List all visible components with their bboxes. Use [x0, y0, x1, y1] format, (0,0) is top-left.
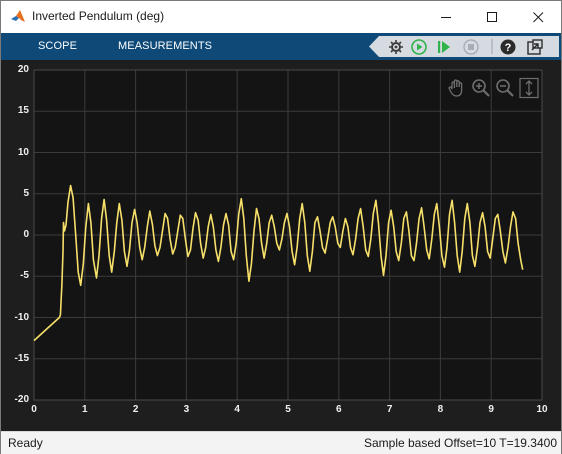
x-tick-label: 7 — [386, 404, 393, 415]
maximize-icon — [486, 11, 497, 22]
x-tick-label: 10 — [536, 404, 548, 415]
y-tick-label: 5 — [23, 187, 29, 199]
matlab-app-icon — [11, 10, 25, 22]
x-tick-label: 2 — [132, 404, 139, 415]
x-tick-label: 9 — [488, 404, 494, 415]
x-tick-label: 1 — [82, 404, 88, 415]
stop-button[interactable] — [460, 36, 481, 57]
undock-button[interactable] — [524, 36, 545, 57]
zoom-toolbar — [446, 77, 542, 99]
toolstrip: SCOPE MEASUREMENTS ? — [1, 33, 561, 60]
title-bar[interactable]: Inverted Pendulum (deg) — [1, 1, 561, 33]
y-tick-label: -5 — [20, 270, 29, 282]
x-tick-label: 3 — [183, 404, 190, 415]
stop-icon — [462, 38, 479, 55]
zoom-out-icon — [496, 79, 514, 97]
zoom-in-button[interactable] — [470, 77, 492, 99]
pan-button[interactable] — [446, 77, 468, 99]
undock-icon — [526, 38, 543, 55]
close-button[interactable] — [515, 1, 561, 33]
run-button[interactable] — [408, 36, 429, 57]
y-tick-label: 20 — [17, 64, 29, 75]
y-tick-label: 10 — [17, 146, 29, 158]
y-tick-label: -15 — [14, 352, 29, 364]
step-back-button[interactable] — [385, 36, 406, 57]
scope-display[interactable]: 0 1 2 3 4 5 6 7 8 9 10 20 15 10 5 0 -5 -10 -15 -20 — [1, 60, 561, 431]
gear-step-icon — [388, 39, 403, 54]
zoom-y-icon — [519, 77, 539, 99]
help-button[interactable]: ? — [497, 36, 518, 57]
step-forward-icon — [437, 40, 450, 53]
x-tick-label: 8 — [437, 404, 444, 415]
scope-window: Inverted Pendulum (deg) SCOPE MEASUREMEN… — [0, 0, 562, 454]
minimize-button[interactable] — [423, 1, 469, 33]
y-tick-label: 0 — [23, 229, 29, 240]
y-tick-label: 15 — [17, 105, 29, 117]
x-tick-label: 5 — [285, 404, 291, 415]
y-tick-label: -10 — [14, 311, 29, 323]
maximize-button[interactable] — [469, 1, 515, 33]
plot-area[interactable] — [1, 60, 561, 431]
svg-text:?: ? — [504, 42, 511, 54]
run-icon — [410, 38, 427, 55]
status-sample-info: Sample based Offset=10 T=19.3400 — [363, 436, 557, 450]
x-tick-label: 0 — [31, 404, 37, 415]
zoom-y-button[interactable] — [518, 77, 540, 99]
step-forward-button[interactable] — [433, 36, 454, 57]
tab-measurements[interactable]: MEASUREMENTS — [118, 40, 212, 52]
status-ready: Ready — [8, 436, 43, 450]
pan-icon — [448, 79, 463, 97]
x-tick-label: 6 — [336, 404, 342, 415]
help-icon: ? — [500, 39, 515, 54]
close-icon — [532, 11, 543, 22]
x-tick-label: 4 — [234, 404, 240, 415]
y-tick-label: -20 — [14, 394, 29, 405]
tab-scope[interactable]: SCOPE — [38, 40, 77, 52]
zoom-out-button[interactable] — [494, 77, 516, 99]
zoom-in-icon — [472, 79, 490, 97]
status-bar: Ready Sample based Offset=10 T=19.3400 — [1, 431, 561, 454]
window-title: Inverted Pendulum (deg) — [32, 9, 165, 23]
minimize-icon — [440, 16, 451, 18]
